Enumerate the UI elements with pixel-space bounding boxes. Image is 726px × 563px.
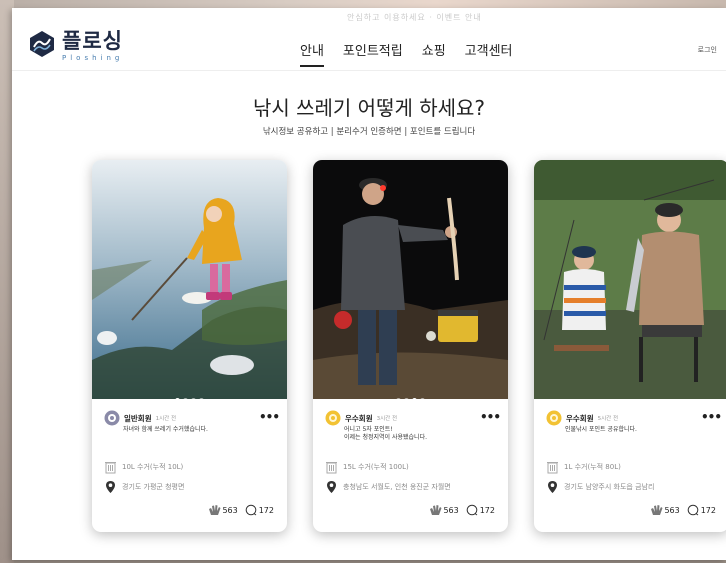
nav-item-shopping[interactable]: 쇼핑 — [422, 40, 446, 67]
post-location: 충청남도 서월도, 인천 옹진군 자월면 — [343, 483, 451, 491]
nav-item-guide[interactable]: 안내 — [300, 40, 324, 67]
logo-korean-text: 플로싱 — [62, 29, 123, 53]
location-pin-icon — [548, 481, 557, 493]
post-location: 경기도 남양주시 화도읍 금남리 — [564, 483, 655, 491]
post-location-row: 경기도 남양주시 화도읍 금남리 — [546, 480, 721, 494]
clap-icon[interactable] — [429, 504, 443, 516]
post-description: 자녀와 함께 쓰레기 수거했습니다. — [123, 426, 208, 433]
comment-count: 172 — [700, 505, 716, 515]
post-meta: 우수회원 3시간 전 ••• 어니고 5자 포인트! 이제는 청정지역이 사용됐… — [325, 410, 501, 442]
login-link[interactable]: 로그인 — [698, 45, 717, 55]
more-options-icon[interactable]: ••• — [480, 410, 501, 424]
post-meta: 우수회원 5시간 전 ••• 인물낚시 포인트 공유합니다. — [546, 410, 722, 434]
post-description-line-2: 이제는 청정지역이 사용됐습니다. — [344, 434, 428, 441]
carousel-dots[interactable] — [313, 388, 508, 399]
post-stats: 563 172 — [208, 504, 277, 516]
post-meta: 일반회원 1시간 전 ••• 자녀와 함께 쓰레기 수거했습니다. — [104, 410, 280, 434]
child-in-yellow-raincoat-photo[interactable] — [92, 160, 287, 399]
post-time: 3시간 전 — [376, 416, 398, 422]
post-stats: 563 172 — [429, 504, 498, 516]
member-badge-icon — [546, 410, 562, 426]
post-description-line-1: 어니고 5자 포인트! — [344, 426, 393, 433]
collection-volume: 1L 수거(누적 80L) — [564, 463, 621, 471]
main-nav: 안내 포인트적립 쇼핑 고객센터 — [300, 40, 532, 67]
hero-title: 낚시 쓰레기 어떻게 하세요? — [252, 96, 486, 120]
comment-icon[interactable] — [245, 504, 257, 516]
post-info: 1L 수거(누적 80L) — [546, 460, 721, 474]
carousel-dots[interactable] — [92, 388, 287, 399]
nav-item-support[interactable]: 고객센터 — [465, 40, 513, 67]
member-grade: 우수회원 — [345, 413, 373, 423]
like-count: 563 — [222, 505, 238, 515]
logo-mark-icon — [30, 31, 54, 57]
trash-bin-icon — [105, 462, 116, 474]
collection-volume: 15L 수거(누적 100L) — [343, 463, 409, 471]
post-stats: 563 172 — [650, 504, 719, 516]
post-card[interactable]: 우수회원 3시간 전 ••• 어니고 5자 포인트! 이제는 청정지역이 사용됐… — [313, 160, 508, 532]
like-count: 563 — [664, 505, 680, 515]
member-badge-icon — [104, 410, 120, 426]
post-description: 인물낚시 포인트 공유합니다. — [565, 426, 637, 433]
comment-count: 172 — [258, 505, 274, 515]
logo-english-text: Ploshing — [62, 54, 124, 62]
post-card[interactable]: 일반회원 1시간 전 ••• 자녀와 함께 쓰레기 수거했습니다. 10L 수거… — [92, 160, 287, 532]
post-info: 10L 수거(누적 10L) — [104, 460, 279, 474]
post-location: 경기도 가평군 청평면 — [122, 483, 185, 491]
location-pin-icon — [327, 481, 336, 493]
post-time: 1시간 전 — [155, 416, 177, 422]
browser-screen: 안심하고 이용하세요 · 이벤트 안내 플로싱 Ploshing 안내 포인트적… — [12, 8, 726, 560]
night-fishing-photo[interactable] — [313, 160, 508, 399]
trash-bin-icon — [547, 462, 558, 474]
post-time: 5시간 전 — [597, 416, 619, 422]
clap-icon[interactable] — [208, 504, 222, 516]
member-grade: 우수회원 — [566, 413, 594, 423]
comment-count: 172 — [479, 505, 495, 515]
site-logo[interactable]: 플로싱 Ploshing — [28, 30, 123, 62]
top-banner-text: 안심하고 이용하세요 · 이벤트 안내 — [347, 13, 482, 22]
clap-icon[interactable] — [650, 504, 664, 516]
more-options-icon[interactable]: ••• — [259, 410, 280, 424]
riverside-fishing-photo[interactable] — [534, 160, 726, 399]
more-options-icon[interactable]: ••• — [701, 410, 722, 424]
location-pin-icon — [106, 481, 115, 493]
site-header: 안심하고 이용하세요 · 이벤트 안내 플로싱 Ploshing 안내 포인트적… — [12, 8, 726, 71]
hero-subtitle: 낚시정보 공유하고 | 분리수거 인증하면 | 포인트를 드립니다 — [262, 127, 476, 137]
trash-bin-icon — [326, 462, 337, 474]
member-grade: 일반회원 — [124, 413, 152, 423]
post-card[interactable]: 우수회원 5시간 전 ••• 인물낚시 포인트 공유합니다. 1L 수거(누적 … — [534, 160, 726, 532]
post-location-row: 경기도 가평군 청평면 — [104, 480, 279, 494]
member-badge-icon — [325, 410, 341, 426]
nav-item-points[interactable]: 포인트적립 — [343, 40, 403, 67]
comment-icon[interactable] — [687, 504, 699, 516]
like-count: 563 — [443, 505, 459, 515]
collection-volume: 10L 수거(누적 10L) — [122, 463, 184, 471]
post-location-row: 충청남도 서월도, 인천 옹진군 자월면 — [325, 480, 500, 494]
post-info: 15L 수거(누적 100L) — [325, 460, 500, 474]
comment-icon[interactable] — [466, 504, 478, 516]
